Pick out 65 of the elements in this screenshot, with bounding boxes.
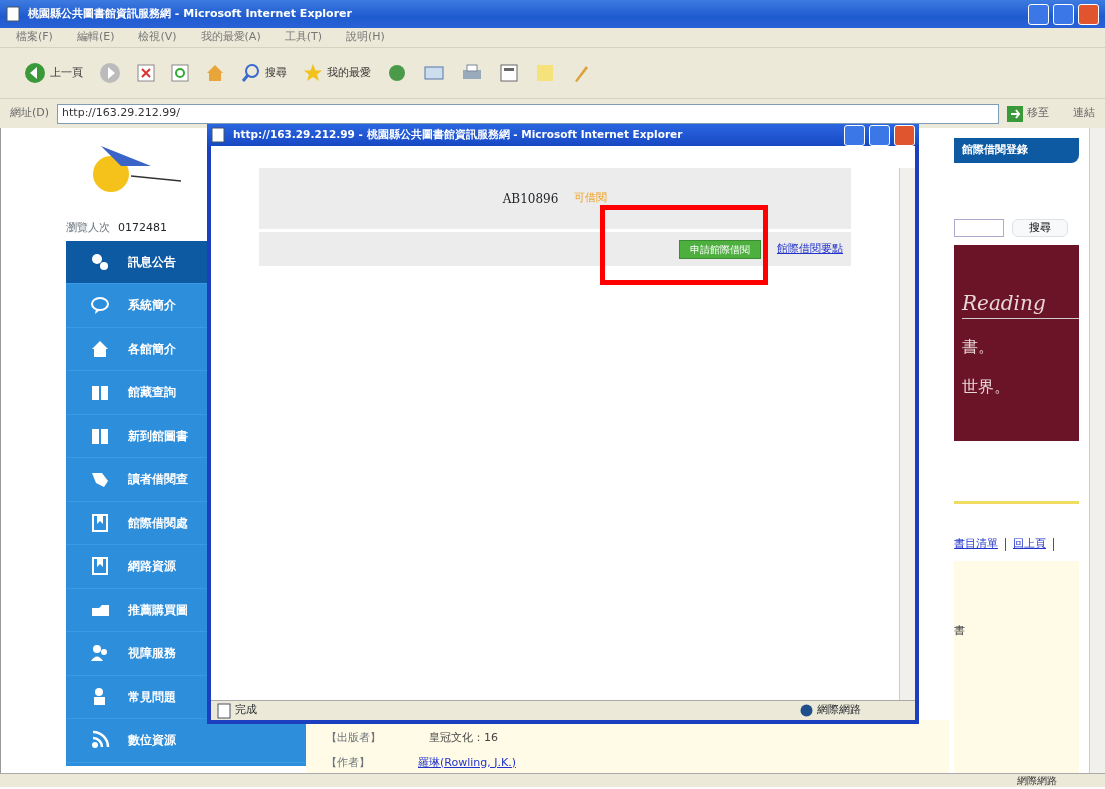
arrow-icon [1007,105,1023,122]
menu-item[interactable]: 編輯(E) [76,29,115,46]
history-icon[interactable] [387,63,407,83]
page-icon [211,127,225,143]
forward-icon[interactable] [99,62,121,84]
apply-button[interactable]: 申請館際借閱 [679,239,761,259]
menu-item[interactable]: 我的最愛(A) [200,29,261,46]
interlibrary-tab[interactable]: 館際借閱登錄 [954,138,1079,163]
banner-text: 世界。 [962,375,1011,398]
field-label: 【出版者】 [326,730,381,746]
nav-link[interactable]: 書目清單 [954,536,998,553]
back-button[interactable]: 上一頁 [24,62,83,84]
bookmark-icon [90,556,110,577]
visitors-label: 瀏覽人次 [66,220,110,236]
field-value: 皇冠文化：16 [429,730,498,746]
edit-icon[interactable] [499,63,519,83]
rss-icon [90,730,110,751]
mail-icon[interactable] [423,63,445,83]
field-label: 【作者】 [326,754,370,771]
menu-item[interactable]: 檔案(F) [16,29,53,46]
search-icon [241,63,261,83]
menu-item[interactable]: 說明(H) [346,29,385,46]
star-icon [303,63,323,83]
links-label[interactable]: 連結 [1073,105,1095,122]
home-icon [90,338,110,359]
minimize-button[interactable] [1028,3,1049,25]
window-title: 桃園縣公共圖書館資訊服務網 - Microsoft Internet Explorer [28,5,352,22]
status-text: 完成 [235,702,257,719]
refresh-icon[interactable] [171,64,189,82]
rules-link[interactable]: 館際借閱要點 [777,240,843,258]
favorites-button[interactable]: 我的最愛 [303,63,371,83]
close-button[interactable] [1078,3,1099,25]
menu-item[interactable]: 工具(T) [284,29,322,46]
scrollbar[interactable] [899,168,915,700]
close-button[interactable] [894,124,915,146]
maximize-button[interactable] [869,124,890,146]
banner-text: 書。 [962,335,995,358]
people-icon [90,643,110,664]
banner-title: Reading [962,287,1079,319]
address-label: 網址(D) [10,105,50,122]
maximize-button[interactable] [1053,3,1074,25]
scrollbar[interactable] [1089,128,1105,773]
globe-icon [800,704,813,717]
chat-icon [90,295,110,316]
author-link[interactable]: 羅琳(Rowling, J.K.) [418,754,516,771]
call-number: AB10896 [502,190,559,208]
status-zone: 網際網路 [1017,774,1057,788]
menu-item[interactable]: 檢視(V) [138,29,177,46]
search-button[interactable]: 搜尋 [1012,218,1068,237]
popup-title: http://163.29.212.99 - 桃園縣公共圖書館資訊服務網 - Microsoft Internet Explorer [233,127,683,143]
visitors-count: 0172481 [118,220,167,236]
home-icon[interactable] [205,63,225,83]
search-button[interactable]: 搜尋 [241,63,287,83]
nav-link[interactable]: 回上頁 [1013,536,1046,553]
page-icon [6,6,20,22]
info-text: 書 [954,623,965,637]
stop-icon[interactable] [137,64,155,82]
dropdown-field[interactable] [954,218,1004,237]
minimize-button[interactable] [844,124,865,146]
page-icon [217,702,231,719]
availability-status: 可借閱 [574,190,608,207]
bookmark-icon [90,512,110,533]
zone-indicator: 網際網路 [800,702,909,719]
go-button[interactable]: 移至 [1007,105,1049,122]
address-field[interactable]: http://163.29.212.99/ [57,103,999,124]
